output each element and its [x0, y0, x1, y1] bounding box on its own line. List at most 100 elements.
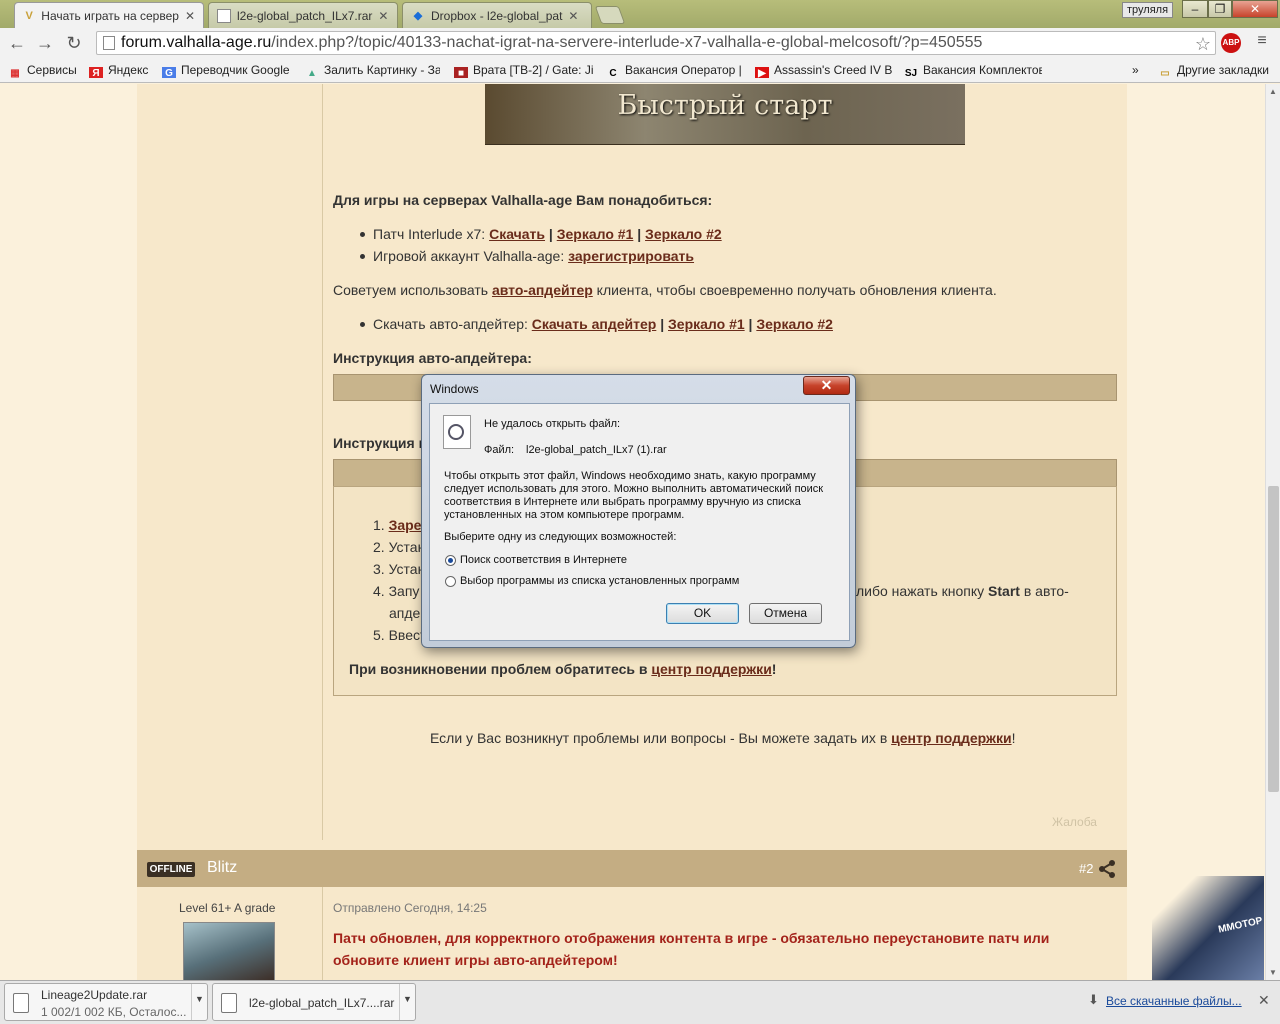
share-icon[interactable]: [1098, 860, 1116, 878]
patch-line: Патч Interlude x7: Скачать | Зеркало #1 …: [373, 226, 722, 242]
download-menu-chevron-down-icon[interactable]: ▼: [399, 984, 415, 1020]
step-1-link[interactable]: Заре: [389, 517, 422, 533]
close-tab-icon[interactable]: ✕: [568, 9, 578, 23]
close-window-button[interactable]: ✕: [1232, 0, 1278, 18]
select-program-label[interactable]: Выбор программы из списка установленных …: [460, 575, 739, 587]
patch-mirror1-link[interactable]: Зеркало #1: [557, 226, 634, 242]
patch-download-link[interactable]: Скачать: [489, 226, 545, 242]
bookmark-google-translate[interactable]: G Переводчик Google: [162, 62, 294, 78]
address-bar[interactable]: forum.valhalla-age.ru/index.php?/topic/4…: [96, 31, 1216, 55]
bookmark-assassins-creed[interactable]: ▶ Assassin's Creed IV Bl: [755, 62, 893, 78]
search-internet-radio[interactable]: [445, 555, 456, 566]
step-text: Устан: [388, 539, 426, 555]
autoupdater-link[interactable]: авто-апдейтер: [492, 282, 593, 298]
bookmark-label: Assassin's Creed IV Bl: [774, 63, 893, 77]
step-text: в авто-: [1019, 583, 1069, 599]
bookmark-star-icon[interactable]: ☆: [1195, 33, 1211, 54]
bullet-icon: [360, 322, 365, 327]
scroll-down-arrow-icon[interactable]: ▼: [1269, 968, 1277, 977]
explanation-line: Чтобы открыть этот файл, Windows необход…: [444, 470, 816, 482]
back-arrow-icon[interactable]: ←: [6, 32, 28, 54]
download-menu-chevron-down-icon[interactable]: ▼: [191, 984, 207, 1020]
tab-dropbox[interactable]: ◆ Dropbox - l2e-global_pat ✕: [402, 2, 592, 28]
minimize-window-button[interactable]: –: [1182, 0, 1208, 18]
close-download-shelf-icon[interactable]: ✕: [1258, 992, 1270, 1009]
c-icon: C: [609, 68, 617, 78]
step-4-wrap: апде: [389, 605, 421, 621]
bookmark-gate[interactable]: ■ Врата [ТВ-2] / Gate: Ji: [454, 62, 594, 78]
dialog-title: Windows: [430, 382, 479, 396]
close-tab-icon[interactable]: ✕: [185, 9, 195, 23]
scroll-up-arrow-icon[interactable]: ▲: [1269, 87, 1277, 96]
bookmark-label: Переводчик Google: [181, 63, 290, 77]
dialog-close-button[interactable]: ✕: [803, 376, 850, 395]
updater-mirror2-link[interactable]: Зеркало #2: [756, 316, 833, 332]
step-number: 5.: [373, 627, 385, 643]
download-item[interactable]: Lineage2Update.rar 1 002/1 002 КБ, Остал…: [4, 983, 208, 1021]
support-center-link[interactable]: центр поддержки: [651, 661, 771, 677]
bookmark-vacancy-operator[interactable]: C Вакансия Оператор |: [606, 62, 742, 78]
patch-instructions-heading: Инструкция п: [333, 435, 428, 451]
bookmark-label: Яндекс: [108, 63, 149, 77]
forward-arrow-icon[interactable]: →: [34, 32, 56, 54]
avatar[interactable]: [183, 922, 275, 980]
patch-mirror2-link[interactable]: Зеркало #2: [645, 226, 722, 242]
page-favicon-icon: [217, 8, 231, 23]
bookmark-upload-image[interactable]: ▲ Залить Картинку - За: [305, 62, 440, 78]
all-downloads-link[interactable]: Все скачанные файлы...: [1106, 994, 1242, 1008]
new-tab-button[interactable]: [594, 6, 626, 24]
post2-author-link[interactable]: Blitz: [207, 859, 237, 877]
adblock-plus-icon[interactable]: ABP: [1221, 33, 1241, 53]
bookmark-services[interactable]: ▦ Сервисы: [8, 62, 80, 78]
explanation-line: соответствия в Интернете или выбрать про…: [444, 496, 801, 508]
cancel-button[interactable]: Отмена: [749, 603, 822, 624]
search-internet-label[interactable]: Поиск соответствия в Интернете: [460, 554, 627, 566]
register-link[interactable]: зарегистрировать: [568, 248, 694, 264]
bookmark-vacancy-picker[interactable]: SJ Вакансия Комплектов: [904, 62, 1042, 78]
download-status: 1 002/1 002 КБ, Осталос...: [41, 1005, 187, 1019]
updater-mirror1-link[interactable]: Зеркало #1: [668, 316, 745, 332]
support-center-link-2[interactable]: центр поддержки: [891, 730, 1011, 746]
dropbox-favicon-icon: ◆: [413, 9, 423, 22]
youtube-icon: ▶: [755, 67, 769, 78]
download-item[interactable]: l2e-global_patch_ILx7....rar ▼: [212, 983, 416, 1021]
page-scrollbar[interactable]: ▲ ▼: [1265, 84, 1280, 980]
other-bookmarks-folder[interactable]: ▭ Другие закладки: [1158, 62, 1276, 78]
scroll-thumb[interactable]: [1268, 486, 1279, 792]
chrome-menu-icon[interactable]: ≡: [1252, 32, 1272, 54]
post2-message-line1: Патч обновлен, для корректного отображен…: [333, 930, 1050, 946]
advice-suffix: клиента, чтобы своевременно получать обн…: [592, 282, 997, 298]
post2-date: Отправлено Сегодня, 14:25: [333, 901, 487, 915]
report-link[interactable]: Жалоба: [1052, 815, 1097, 829]
separator: |: [545, 226, 557, 242]
bookmark-label: Врата [ТВ-2] / Gate: Ji: [473, 63, 594, 77]
file-icon: [221, 993, 237, 1013]
advice-text: Советуем использовать: [333, 282, 492, 298]
tab-patch-file[interactable]: l2e-global_patch_ILx7.rar ✕: [208, 2, 398, 28]
updater-download-link[interactable]: Скачать апдейтер: [532, 316, 657, 332]
reload-icon[interactable]: ↻: [63, 32, 85, 54]
download-shelf: Lineage2Update.rar 1 002/1 002 КБ, Остал…: [0, 980, 1280, 1024]
problems-line: При возникновении проблем обратитесь в ц…: [349, 661, 776, 677]
account-line: Игровой аккаунт Valhalla-age: зарегистри…: [373, 248, 694, 264]
step-4-continued: либо нажать кнопку Start в авто-: [856, 583, 1069, 599]
user-profile-badge[interactable]: труляля: [1122, 2, 1174, 18]
tab-valhalla[interactable]: V Начать играть на сервер ✕: [14, 2, 204, 28]
close-tab-icon[interactable]: ✕: [378, 9, 388, 23]
restore-window-button[interactable]: ❐: [1208, 0, 1232, 18]
browser-toolbar: ← → ↻ forum.valhalla-age.ru/index.php?/t…: [0, 28, 1280, 58]
post2-number-link[interactable]: #2: [1079, 861, 1093, 876]
banner-title: Быстрый старт: [617, 90, 833, 121]
file-name: l2e-global_patch_ILx7 (1).rar: [526, 444, 667, 456]
download-arrow-icon: ⬇: [1088, 992, 1099, 1007]
post2-header: [137, 850, 1127, 887]
bookmarks-overflow-button[interactable]: »: [1132, 62, 1146, 78]
ok-button[interactable]: OK: [666, 603, 739, 624]
separator: |: [744, 316, 757, 332]
yandex-icon: Я: [89, 67, 103, 78]
valhalla-favicon-icon: V: [25, 9, 33, 22]
problems-text: При возникновении проблем обратитесь в: [349, 661, 652, 677]
select-program-radio[interactable]: [445, 576, 456, 587]
bookmark-yandex[interactable]: Я Яндекс: [89, 62, 153, 78]
advice-line: Советуем использовать авто-апдейтер клие…: [333, 282, 997, 298]
